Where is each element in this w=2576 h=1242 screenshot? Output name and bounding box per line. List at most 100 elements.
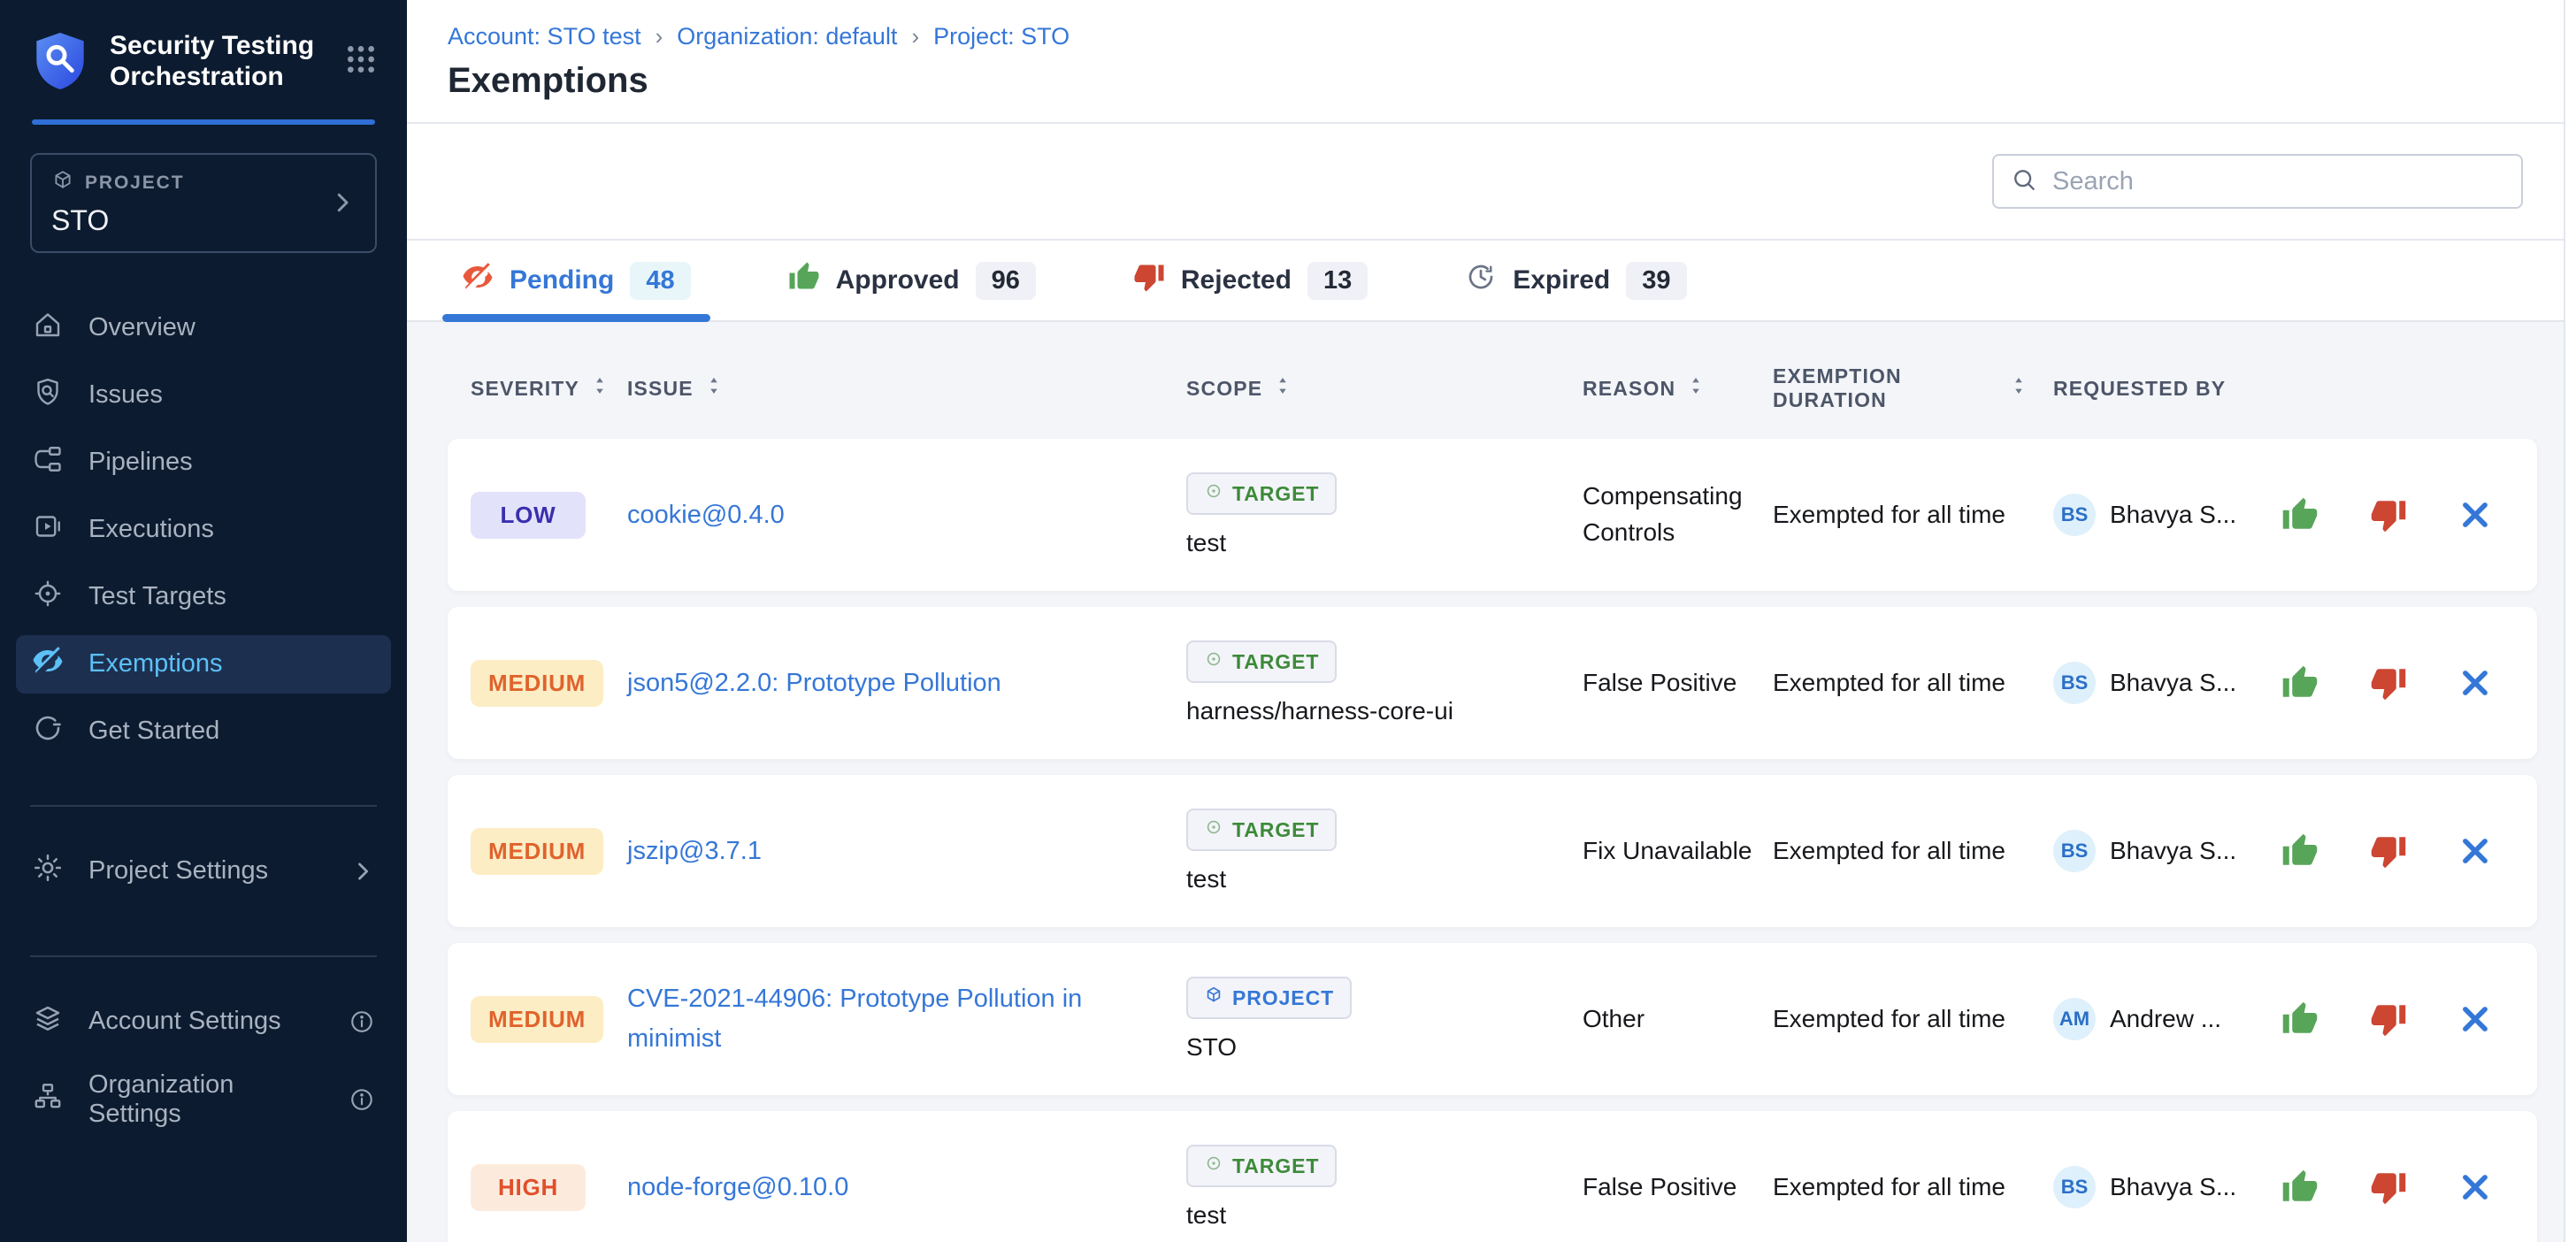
sidebar-nav: Overview Issues Pipelines Executions Tes… [16,299,391,770]
avatar: BS [2053,1166,2096,1208]
sort-icon[interactable] [1275,374,1291,402]
reason-cell: Other [1567,1001,1766,1038]
module-grid-icon[interactable] [343,42,379,81]
requested-by-cell: AM Andrew ... [2027,998,2266,1040]
info-icon[interactable] [349,1008,375,1035]
search-box[interactable] [1992,154,2523,209]
actions-cell [2266,664,2537,702]
page-title: Exemptions [448,61,2523,101]
sidebar-item-label: Test Targets [88,582,226,611]
tab-rejected[interactable]: Rejected 13 [1114,241,1387,320]
breadcrumb-project[interactable]: Project: STO [933,23,1070,50]
severity-badge: LOW [471,492,586,539]
column-header-scope[interactable]: SCOPE [1177,374,1567,402]
breadcrumb-organization[interactable]: Organization: default [677,23,897,50]
issue-link[interactable]: json5@2.2.0: Prototype Pollution [627,663,1028,703]
duration-cell: Exempted for all time [1766,665,2027,702]
scope-name: test [1186,1201,1226,1230]
sidebar-item-issues[interactable]: Issues [16,366,391,425]
approve-button[interactable] [2281,664,2319,702]
sidebar-item-label: Issues [88,380,163,410]
issue-link[interactable]: node-forge@0.10.0 [627,1168,875,1208]
issue-link[interactable]: CVE-2021-44906: Prototype Pollution in m… [627,979,1177,1059]
column-header-severity[interactable]: SEVERITY [448,374,611,402]
sidebar-accent-rule [32,119,375,125]
sidebar-item-get-started[interactable]: Get Started [16,702,391,761]
sidebar-item-organization-settings[interactable]: Organization Settings [16,1070,391,1129]
breadcrumb-account[interactable]: Account: STO test [448,23,641,50]
sidebar-item-executions[interactable]: Executions [16,501,391,559]
actions-cell [2266,1169,2537,1206]
tab-approved[interactable]: Approved 96 [769,241,1055,320]
project-selector-label: PROJECT [85,172,184,194]
table-row: LOW cookie@0.4.0 TARGET test Compensatin… [448,439,2537,591]
executions-icon [32,510,64,549]
sidebar-item-exemptions[interactable]: Exemptions [16,635,391,694]
approve-button[interactable] [2281,496,2319,533]
sidebar-item-label: Get Started [88,717,219,746]
column-header-requested-by: REQUESTED BY [2027,377,2266,401]
table-row: MEDIUM CVE-2021-44906: Prototype Polluti… [448,943,2537,1095]
project-selector[interactable]: PROJECT STO [30,153,377,253]
column-header-exemption-duration[interactable]: EXEMPTION DURATION [1766,364,2027,412]
avatar: AM [2053,998,2096,1040]
approve-button[interactable] [2281,1169,2319,1206]
issue-link[interactable]: cookie@0.4.0 [627,495,811,535]
cancel-button[interactable] [2458,834,2492,868]
sort-icon[interactable] [706,374,722,402]
cancel-button[interactable] [2458,1002,2492,1036]
sidebar-item-overview[interactable]: Overview [16,299,391,357]
sidebar-item-account-settings[interactable]: Account Settings [16,993,391,1051]
reject-button[interactable] [2370,1000,2407,1038]
reason-text: False Positive [1583,1173,1736,1200]
column-header-reason[interactable]: REASON [1567,374,1766,402]
sidebar-item-label: Exemptions [88,649,223,678]
scrollbar-track[interactable] [2564,0,2576,1242]
issue-cell: CVE-2021-44906: Prototype Pollution in m… [611,979,1177,1059]
tab-count-badge: 48 [630,262,690,300]
cancel-button[interactable] [2458,1170,2492,1204]
sort-icon[interactable] [592,374,608,402]
tab-expired[interactable]: Expired 39 [1445,241,1706,320]
severity-badge: HIGH [471,1164,586,1211]
reject-button[interactable] [2370,664,2407,702]
sidebar-item-label: Project Settings [88,856,268,886]
issue-cell: jszip@3.7.1 [611,832,1177,871]
approve-button[interactable] [2281,832,2319,870]
scope-badge-label: PROJECT [1232,986,1334,1010]
reject-button[interactable] [2370,832,2407,870]
cancel-button[interactable] [2458,666,2492,700]
scope-name: test [1186,529,1226,557]
column-label: SEVERITY [471,377,579,401]
scope-badge-label: TARGET [1232,818,1319,842]
tab-pending[interactable]: Pending 48 [442,241,710,320]
tab-count-badge: 39 [1626,262,1686,300]
scope-badge: TARGET [1186,1145,1337,1187]
scope-target-icon [1204,649,1223,674]
pipelines-icon [32,443,64,482]
column-label: EXEMPTION DURATION [1773,364,1998,412]
sidebar-item-project-settings[interactable]: Project Settings [16,842,391,901]
reason-cell: Compensating Controls [1567,479,1766,550]
sort-icon[interactable] [2011,374,2027,402]
severity-cell: LOW [448,492,611,539]
search-icon [2010,165,2038,198]
cancel-button[interactable] [2458,498,2492,532]
search-input[interactable] [2052,167,2505,196]
issue-cell: cookie@0.4.0 [611,495,1177,535]
scope-cell: PROJECT STO [1177,977,1567,1062]
sidebar-item-label: Overview [88,313,196,342]
scope-badge-label: TARGET [1232,1154,1319,1178]
sidebar-item-pipelines[interactable]: Pipelines [16,433,391,492]
sort-icon[interactable] [1688,374,1704,402]
issue-link[interactable]: jszip@3.7.1 [627,832,788,871]
sidebar-item-test-targets[interactable]: Test Targets [16,568,391,626]
info-icon[interactable] [349,1086,375,1113]
scope-name: test [1186,865,1226,893]
sidebar-divider [30,955,377,957]
approve-button[interactable] [2281,1000,2319,1038]
column-header-issue[interactable]: ISSUE [611,374,1177,402]
reason-text: Fix Unavailable [1583,837,1752,864]
reject-button[interactable] [2370,496,2407,533]
reject-button[interactable] [2370,1169,2407,1206]
